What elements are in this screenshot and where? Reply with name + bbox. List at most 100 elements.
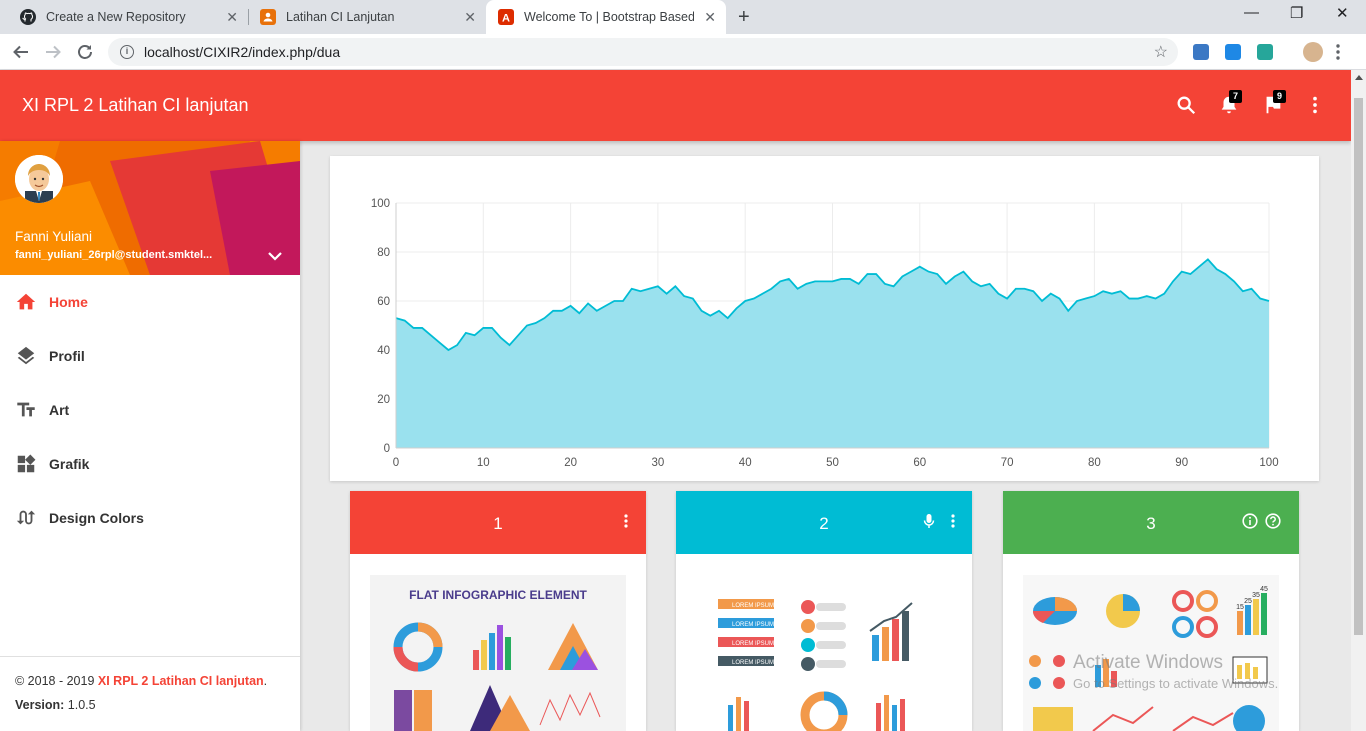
layers-icon: [17, 346, 35, 365]
chart-y-tick-label: 40: [377, 345, 390, 357]
infographic-title: FLAT INFOGRAPHIC ELEMENT: [409, 588, 587, 602]
version-value: 1.0.5: [64, 698, 96, 712]
watermark-title: Activate Windows: [1073, 652, 1223, 673]
browser-menu-icon[interactable]: [1336, 44, 1340, 60]
tab-title: Create a New Repository: [46, 10, 186, 24]
sidebar-menu: Home Profil Art Grafik Design Colors: [0, 275, 300, 545]
sidebar-item-label: Home: [49, 294, 88, 310]
app-title[interactable]: XI RPL 2 Latihan CI lanjutan: [22, 95, 248, 116]
infographic-image: FLAT INFOGRAPHIC ELEMENT: [370, 575, 626, 731]
flag-badge: 9: [1273, 90, 1286, 103]
infographic-label: LOREM IPSUM: [732, 660, 774, 666]
chart-x-tick-label: 100: [1259, 457, 1278, 469]
scroll-up-arrow[interactable]: [1355, 75, 1363, 80]
card-title: 3: [1146, 514, 1156, 533]
chart-x-tick-label: 30: [652, 457, 665, 469]
close-tab-icon[interactable]: ✕: [704, 9, 716, 26]
sidebar-item-design-colors[interactable]: Design Colors: [0, 491, 300, 545]
sidebar-item-label: Art: [49, 402, 70, 418]
address-bar: i localhost/CIXIR2/index.php/dua ☆: [0, 34, 1366, 70]
reload-icon[interactable]: [76, 43, 94, 61]
chart-area-fill: [396, 259, 1269, 448]
chart-y-tick-label: 80: [377, 247, 390, 259]
user-avatar-image: [15, 155, 63, 203]
chart-x-tick-label: 40: [739, 457, 752, 469]
back-icon[interactable]: [12, 43, 30, 61]
copyright-link[interactable]: XI RPL 2 Latihan CI lanjutan: [98, 674, 264, 688]
infographic-label: 15: [1236, 604, 1244, 611]
infographic-label: 25: [1244, 598, 1252, 605]
chart-x-tick-label: 50: [826, 457, 839, 469]
watermark-subtitle: Go to Settings to activate Windows.: [1073, 676, 1279, 691]
scrollbar-thumb[interactable]: [1354, 98, 1363, 635]
infographic-label: LOREM IPSUM: [732, 603, 774, 609]
forward-icon[interactable]: [44, 43, 62, 61]
bookmark-star-icon[interactable]: ☆: [1154, 42, 1168, 62]
user-info-panel: Fanni Yuliani fanni_yuliani_26rpl@studen…: [0, 141, 300, 275]
sidebar-item-profil[interactable]: Profil: [0, 329, 300, 383]
avatar[interactable]: [15, 155, 63, 203]
copyright-suffix: .: [263, 674, 268, 688]
evernote-extension-icon[interactable]: [1257, 44, 1273, 60]
new-tab-icon[interactable]: +: [738, 6, 750, 29]
chevron-down-icon[interactable]: [268, 251, 282, 261]
sidebar-item-label: Grafik: [49, 456, 90, 472]
github-icon: [20, 9, 36, 25]
extension-icon[interactable]: [1193, 44, 1209, 60]
notifications-button[interactable]: 7: [1218, 90, 1242, 116]
copyright-prefix: © 2018 - 2019: [15, 674, 98, 688]
copyright: © 2018 - 2019 XI RPL 2 Latihan CI lanjut…: [15, 674, 285, 688]
user-name: Fanni Yuliani: [15, 229, 93, 244]
more-vert-icon[interactable]: [945, 513, 961, 529]
chart-x-tick-label: 60: [913, 457, 926, 469]
sidebar-footer: © 2018 - 2019 XI RPL 2 Latihan CI lanjut…: [0, 656, 300, 731]
window-close-icon[interactable]: ✕: [1336, 4, 1349, 22]
minimize-icon[interactable]: —: [1244, 4, 1259, 21]
flags-button[interactable]: 9: [1262, 90, 1286, 116]
infographic-label: 45: [1260, 586, 1268, 593]
page-scrollbar[interactable]: [1351, 70, 1366, 731]
help-icon[interactable]: [1265, 513, 1281, 529]
home-icon: [16, 293, 36, 310]
chart-x-tick-label: 80: [1088, 457, 1101, 469]
browser-tab-bar: Create a New Repository ✕ Latihan CI Lan…: [0, 0, 1366, 34]
more-vert-icon[interactable]: [618, 513, 634, 529]
windows-activation-watermark: Activate Windows Go to Settings to activ…: [1073, 652, 1278, 691]
card-2: 2 LOREM IPSUM LOREM IPSUM LOREM IPSUM LO…: [676, 491, 972, 731]
home-extension-icon[interactable]: [1225, 44, 1241, 60]
user-email: fanni_yuliani_26rpl@student.smktel...: [15, 249, 213, 261]
chart-y-tick-label: 20: [377, 394, 390, 406]
sidebar-item-grafik[interactable]: Grafik: [0, 437, 300, 491]
url-input[interactable]: i localhost/CIXIR2/index.php/dua ☆: [108, 38, 1178, 66]
close-tab-icon[interactable]: ✕: [464, 9, 476, 26]
site-info-icon[interactable]: i: [120, 45, 134, 59]
maximize-icon[interactable]: ❐: [1290, 4, 1303, 22]
sidebar-item-art[interactable]: Art: [0, 383, 300, 437]
card-title: 2: [819, 514, 829, 533]
app-header: XI RPL 2 Latihan CI lanjutan 7 9: [0, 70, 1351, 141]
info-icon[interactable]: [1242, 513, 1258, 529]
sidebar-item-label: Design Colors: [49, 510, 144, 526]
card-3: 3 15 25 35 45: [1003, 491, 1299, 731]
area-chart: 0 10 20 30 40 50 60 70 80 90 100 0 20 40 60 80 100: [371, 198, 1279, 469]
profile-avatar-icon[interactable]: [1303, 42, 1323, 62]
tab-welcome[interactable]: A Welcome To | Bootstrap Based A ✕: [486, 0, 726, 34]
card-header: 3: [1003, 491, 1299, 554]
card-title: 1: [493, 514, 503, 533]
card-header: 1: [350, 491, 646, 554]
version: Version: 1.0.5: [15, 698, 285, 712]
sidebar: Fanni Yuliani fanni_yuliani_26rpl@studen…: [0, 141, 300, 731]
angular-icon: A: [498, 9, 514, 25]
swap-calls-icon: [16, 510, 36, 525]
tab-github[interactable]: Create a New Repository ✕: [8, 0, 248, 34]
notification-badge: 7: [1229, 90, 1242, 103]
chart-x-tick-label: 10: [477, 457, 490, 469]
more-vert-icon[interactable]: [1304, 94, 1326, 116]
infographic-label: LOREM IPSUM: [732, 622, 774, 628]
sidebar-item-home[interactable]: Home: [0, 275, 300, 329]
chart-x-tick-label: 90: [1175, 457, 1188, 469]
search-icon[interactable]: [1175, 94, 1197, 116]
close-tab-icon[interactable]: ✕: [226, 9, 238, 26]
mic-icon[interactable]: [921, 513, 937, 529]
tab-latihan[interactable]: Latihan CI Lanjutan ✕: [248, 0, 486, 34]
